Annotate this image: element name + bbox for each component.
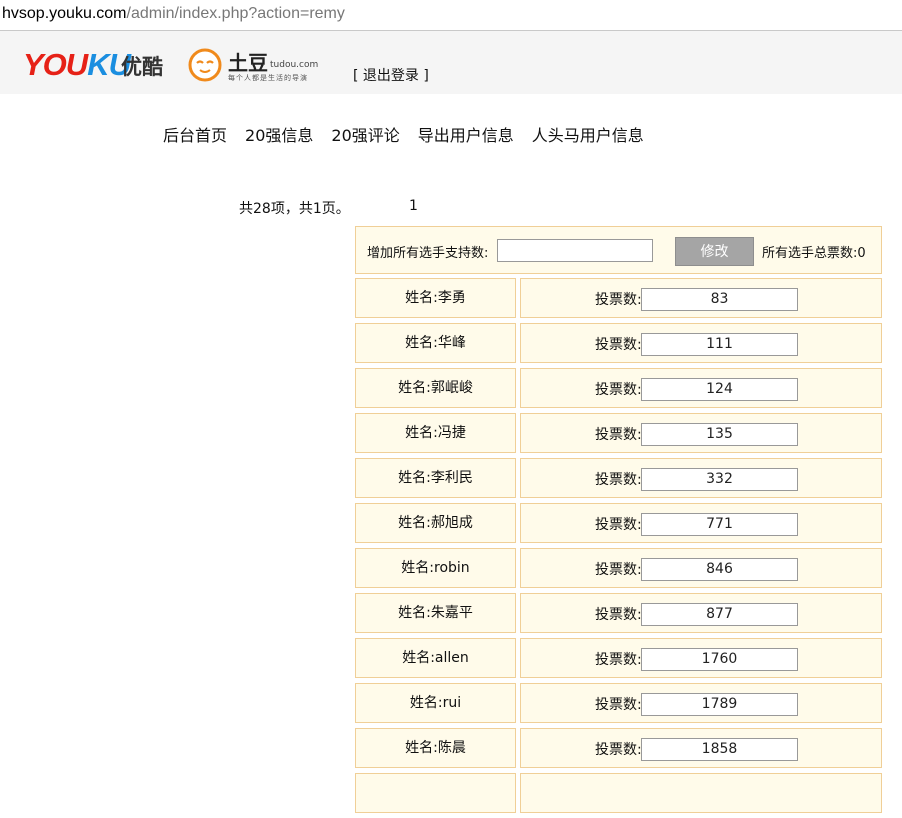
vote-input[interactable]: 877: [641, 603, 798, 626]
vote-label: 投票数:: [595, 742, 642, 758]
vote-input[interactable]: 332: [641, 468, 798, 491]
vote-label: 投票数:: [595, 292, 642, 308]
vote-cell: 投票数: 332: [520, 458, 882, 498]
nav-item-export-users[interactable]: 导出用户信息: [418, 126, 514, 145]
vote-input[interactable]: 771: [641, 513, 798, 536]
pagination-summary: 共28项，共1页。: [239, 201, 350, 217]
candidate-name: 姓名:robin: [355, 548, 516, 588]
vote-label: 投票数:: [595, 697, 642, 713]
nav-item-top20-comments[interactable]: 20强评论: [331, 126, 399, 145]
youku-logo[interactable]: YOUKU: [23, 47, 131, 82]
vote-cell: 投票数: 846: [520, 548, 882, 588]
candidate-row: 姓名:李利民 投票数: 332: [355, 458, 882, 503]
vote-cell: 投票数: 771: [520, 503, 882, 543]
candidate-row: 姓名:朱嘉平 投票数: 877: [355, 593, 882, 638]
candidate-name: 姓名:李勇: [355, 278, 516, 318]
vote-label: 投票数:: [595, 652, 642, 668]
candidate-row: 姓名:robin 投票数: 846: [355, 548, 882, 593]
candidate-row: 姓名:冯捷 投票数: 135: [355, 413, 882, 458]
candidate-name-cut: [355, 773, 516, 813]
tudou-slogan: 每个人都是生活的导演: [228, 74, 308, 82]
site-header: YOUKU 优酷 土豆 tudou.com 每个人都是生活的导演 [ 退出登录 …: [0, 31, 902, 94]
vote-label: 投票数:: [595, 562, 642, 578]
vote-input[interactable]: 1858: [641, 738, 798, 761]
youku-logo-cn: 优酷: [121, 55, 163, 79]
candidate-name: 姓名:冯捷: [355, 413, 516, 453]
candidate-name: 姓名:allen: [355, 638, 516, 678]
admin-nav: 后台首页 20强信息 20强评论 导出用户信息 人头马用户信息: [163, 122, 662, 146]
pagination-page-link[interactable]: 1: [409, 198, 418, 214]
candidate-list: 姓名:李勇 投票数: 83 姓名:华峰 投票数: 111 姓名:郭岷峻 投票数:…: [355, 278, 882, 818]
nav-item-remy-users[interactable]: 人头马用户信息: [532, 126, 644, 145]
candidate-name: 姓名:华峰: [355, 323, 516, 363]
bulk-vote-label: 增加所有选手支持数:: [367, 246, 489, 261]
candidate-row: 姓名:华峰 投票数: 111: [355, 323, 882, 368]
bulk-vote-input[interactable]: [497, 239, 653, 262]
vote-input[interactable]: 83: [641, 288, 798, 311]
tudou-logo-cn: 土豆: [228, 51, 268, 75]
vote-label: 投票数:: [595, 427, 642, 443]
vote-cell: 投票数: 124: [520, 368, 882, 408]
vote-cell: 投票数: 83: [520, 278, 882, 318]
youku-logo-red: YOU: [23, 47, 88, 82]
url-path: /admin/index.php?action=remy: [126, 5, 345, 22]
vote-label: 投票数:: [595, 382, 642, 398]
candidate-name: 姓名:郭岷峻: [355, 368, 516, 408]
vote-input[interactable]: 135: [641, 423, 798, 446]
tudou-logo-icon: [188, 48, 222, 82]
vote-cell: 投票数: 877: [520, 593, 882, 633]
vote-label: 投票数:: [595, 517, 642, 533]
total-votes-text: 所有选手总票数:0: [762, 246, 866, 261]
candidate-row: 姓名:李勇 投票数: 83: [355, 278, 882, 323]
tudou-logo-en: tudou.com: [270, 60, 319, 70]
candidate-row: 姓名:allen 投票数: 1760: [355, 638, 882, 683]
logout-link[interactable]: [ 退出登录 ]: [353, 65, 429, 85]
nav-item-top20-info[interactable]: 20强信息: [245, 126, 313, 145]
vote-cell-cut: [520, 773, 882, 813]
candidate-row: 姓名:郭岷峻 投票数: 124: [355, 368, 882, 413]
candidate-name: 姓名:陈晨: [355, 728, 516, 768]
vote-label: 投票数:: [595, 337, 642, 353]
vote-input[interactable]: 1789: [641, 693, 798, 716]
vote-cell: 投票数: 1760: [520, 638, 882, 678]
candidate-name: 姓名:rui: [355, 683, 516, 723]
candidate-name: 姓名:郝旭成: [355, 503, 516, 543]
vote-input[interactable]: 1760: [641, 648, 798, 671]
browser-url-bar[interactable]: hvsop.youku.com/admin/index.php?action=r…: [0, 0, 902, 31]
candidate-row: 姓名:郝旭成 投票数: 771: [355, 503, 882, 548]
vote-input[interactable]: 111: [641, 333, 798, 356]
candidate-row-partial: [355, 773, 882, 818]
candidate-row: 姓名:rui 投票数: 1789: [355, 683, 882, 728]
nav-item-home[interactable]: 后台首页: [163, 126, 227, 145]
vote-cell: 投票数: 135: [520, 413, 882, 453]
vote-label: 投票数:: [595, 472, 642, 488]
url-host: hvsop.youku.com: [2, 5, 127, 22]
candidate-name: 姓名:朱嘉平: [355, 593, 516, 633]
modify-button[interactable]: 修改: [675, 237, 754, 266]
candidate-row: 姓名:陈晨 投票数: 1858: [355, 728, 882, 773]
vote-label: 投票数:: [595, 607, 642, 623]
vote-cell: 投票数: 111: [520, 323, 882, 363]
vote-cell: 投票数: 1858: [520, 728, 882, 768]
vote-input[interactable]: 124: [641, 378, 798, 401]
url-text[interactable]: hvsop.youku.com/admin/index.php?action=r…: [2, 5, 345, 23]
bulk-vote-panel: 增加所有选手支持数: 修改 所有选手总票数:0: [355, 226, 882, 274]
vote-cell: 投票数: 1789: [520, 683, 882, 723]
vote-input[interactable]: 846: [641, 558, 798, 581]
candidate-name: 姓名:李利民: [355, 458, 516, 498]
